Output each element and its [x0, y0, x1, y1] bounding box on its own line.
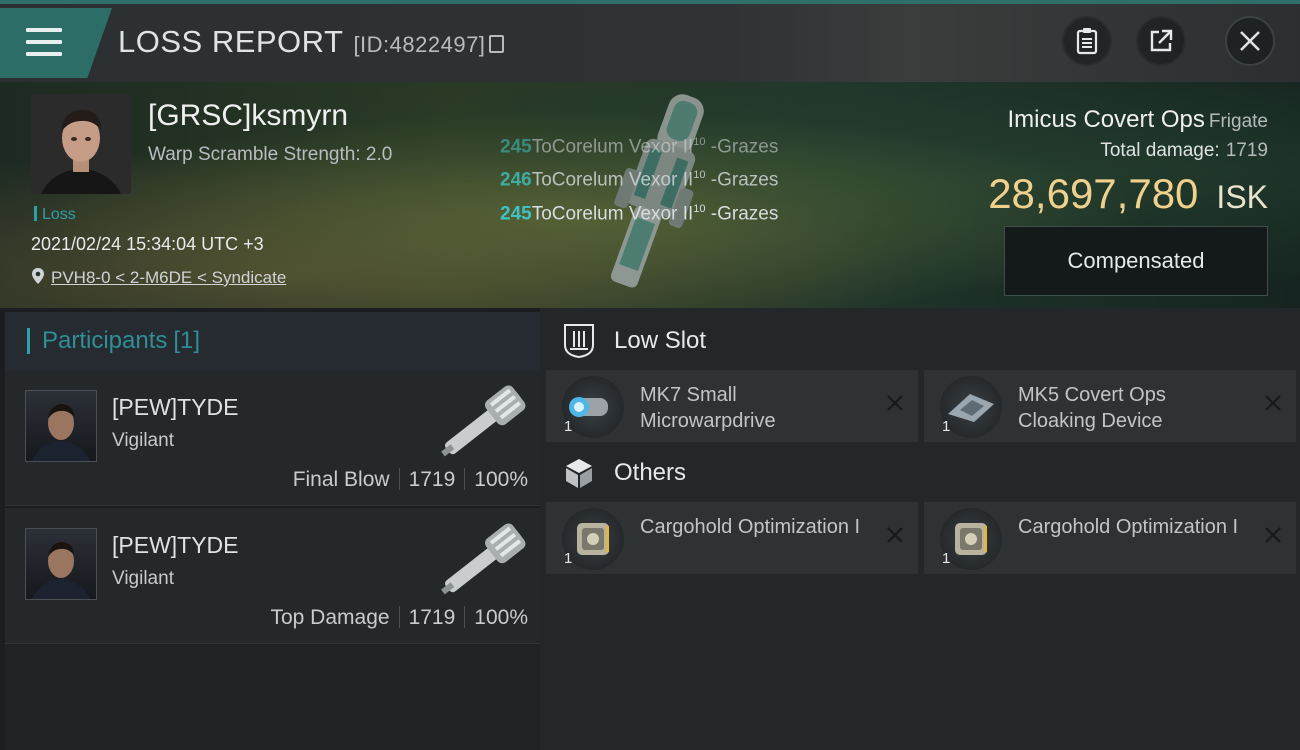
module-item[interactable]: 1 Cargohold Optimization I [546, 502, 918, 574]
participant-name: [PEW]TYDE [112, 532, 239, 558]
menu-icon [26, 28, 62, 56]
participant-stats: Final Blow 1719 100% [293, 468, 528, 492]
close-icon [1240, 31, 1260, 51]
copy-icon[interactable] [489, 35, 505, 53]
kill-location[interactable]: PVH8-0 < 2-M6DE < Syndicate [31, 267, 286, 288]
share-icon [1150, 29, 1173, 52]
participant-name: [PEW]TYDE [112, 394, 239, 420]
damage-source: ToCorelum Vexor II [531, 136, 694, 158]
damage-source: ToCorelum Vexor II [531, 202, 694, 224]
isk-unit: ISK [1216, 179, 1268, 215]
module-quantity: 1 [564, 418, 573, 435]
module-quantity: 1 [942, 418, 951, 435]
participant-avatar-image [32, 542, 90, 599]
others-header: Others [540, 444, 1300, 502]
low-slot-header: Low Slot [540, 312, 1300, 370]
module-name: Cargohold Optimization I [640, 516, 861, 538]
others-label: Others [614, 459, 687, 486]
destroyed-x-icon [1265, 395, 1281, 411]
header-bar: LOSS REPORT [ID:4822497] [0, 4, 1300, 82]
compensated-button[interactable]: Compensated [1004, 226, 1268, 296]
participant-ship: Vigilant [112, 568, 174, 589]
participant-row[interactable]: [PEW]TYDE Vigilant Final Blow 1719 100% [5, 370, 540, 506]
module-name: Cargohold Optimization I [1018, 516, 1239, 538]
damage-level: 10 [693, 136, 706, 148]
isk-amount: 28,697,780 [988, 170, 1199, 217]
victim-avatar-image [31, 94, 131, 194]
module-item[interactable]: 1 MK7 Small Microwarpdrive [546, 370, 918, 442]
destroyed-x-icon [887, 395, 903, 411]
cube-icon [560, 454, 598, 492]
victim-banner: [GRSC]ksmyrn Warp Scramble Strength: 2.0… [0, 82, 1300, 308]
participant-row[interactable]: [PEW]TYDE Vigilant Top Damage 1719 100% [5, 508, 540, 644]
share-button[interactable] [1136, 16, 1186, 66]
module-quantity: 1 [564, 550, 573, 567]
destroyed-x-icon [887, 527, 903, 543]
victim-name[interactable]: [GRSC]ksmyrn [148, 99, 348, 133]
damage-log-row: 246ToCorelum Vexor II10 -Grazes [500, 161, 778, 194]
participants-count: [1] [173, 327, 201, 354]
scram-strength: Warp Scramble Strength: 2.0 [148, 144, 393, 165]
participants-panel: Participants [1] [PEW]TYDE Vigilant Fina… [0, 308, 540, 750]
report-id: [ID:4822497] [353, 32, 486, 57]
kill-datetime: 2021/02/24 15:34:04 UTC +3 [31, 234, 264, 254]
damage-level: 10 [693, 202, 706, 215]
modules-panel: Low Slot 1 MK7 Small Microwarpdrive 1 MK… [540, 308, 1300, 750]
participants-empty-area [5, 644, 540, 750]
module-name: MK7 Small Microwarpdrive [640, 384, 776, 432]
ship-name[interactable]: Imicus Covert Ops Frigate [1007, 106, 1268, 134]
loss-tag: Loss [34, 206, 76, 224]
damage-value: 245 [500, 136, 532, 158]
damage-log-row: 245ToCorelum Vexor II10 -Grazes [500, 128, 778, 161]
participants-header[interactable]: Participants [1] [5, 312, 540, 370]
participant-percent: 100% [474, 468, 528, 491]
damage-source: ToCorelum Vexor II [531, 169, 694, 191]
participant-avatar-image [32, 404, 90, 461]
clipboard-icon [1076, 28, 1098, 55]
damage-result: -Grazes [705, 202, 779, 224]
participants-label: Participants [42, 327, 168, 354]
victim-portrait[interactable] [31, 94, 131, 194]
participant-ship-image [441, 523, 526, 595]
low-slot-icon [560, 322, 598, 360]
module-name: MK5 Covert Ops Cloaking Device [1018, 384, 1166, 432]
title-text: LOSS REPORT [118, 24, 344, 59]
total-damage-label: Total damage: [1100, 140, 1220, 161]
total-damage-value: 1719 [1225, 140, 1268, 161]
total-damage: Total damage: 1719 [1100, 140, 1268, 162]
menu-button[interactable] [0, 8, 112, 78]
participant-role: Final Blow [292, 468, 390, 491]
avatar[interactable] [25, 390, 97, 462]
avatar[interactable] [25, 528, 97, 600]
damage-level: 10 [693, 169, 706, 182]
damage-value: 246 [500, 169, 532, 191]
participant-stats: Top Damage 1719 100% [270, 606, 528, 630]
destroyed-x-icon [1265, 527, 1281, 543]
participant-damage: 1719 [408, 606, 456, 629]
location-pin-icon [32, 268, 44, 284]
location-text[interactable]: PVH8-0 < 2-M6DE < Syndicate [51, 268, 286, 287]
participants-accent [27, 328, 30, 354]
damage-result: -Grazes [705, 136, 779, 158]
isk-value: 28,697,780 ISK [988, 170, 1268, 218]
participant-ship: Vigilant [112, 430, 174, 451]
damage-log-row: 245ToCorelum Vexor II10 -Grazes [500, 195, 778, 228]
low-slot-label: Low Slot [614, 327, 707, 354]
damage-log: 245ToCorelum Vexor II10 -Grazes 246ToCor… [500, 128, 778, 228]
participant-ship-image [441, 385, 526, 457]
module-item[interactable]: 1 Cargohold Optimization I [924, 502, 1296, 574]
ship-name-text: Imicus Covert Ops [1007, 106, 1205, 133]
participant-damage: 1719 [408, 468, 456, 491]
module-quantity: 1 [942, 550, 951, 567]
close-button[interactable] [1225, 16, 1275, 66]
damage-result: -Grazes [705, 169, 779, 191]
ship-class: Frigate [1208, 111, 1268, 132]
participant-role: Top Damage [270, 606, 390, 629]
page-title: LOSS REPORT [ID:4822497] [118, 24, 505, 60]
participant-percent: 100% [474, 606, 528, 629]
clipboard-button[interactable] [1062, 16, 1112, 66]
module-item[interactable]: 1 MK5 Covert Ops Cloaking Device [924, 370, 1296, 442]
damage-value: 245 [500, 202, 532, 224]
